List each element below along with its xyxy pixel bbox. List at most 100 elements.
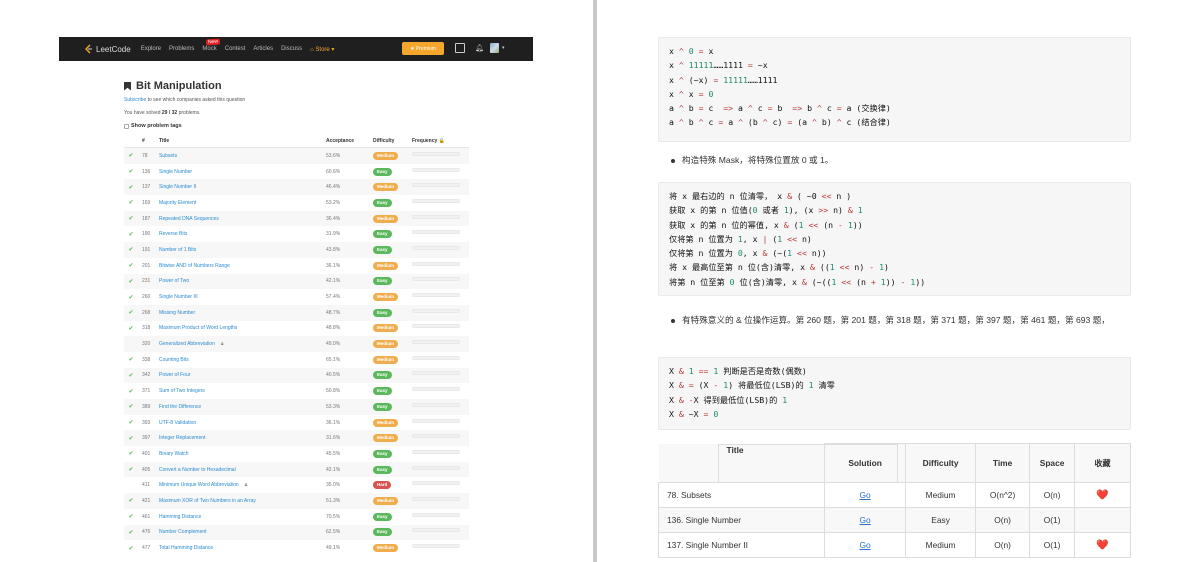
problem-title-cell: Integer Replacement [159, 435, 326, 441]
brand-logo[interactable]: LeetCode [84, 44, 131, 54]
premium-button[interactable]: ★ Premium [402, 42, 444, 55]
code-text: (b [743, 117, 763, 128]
avatar[interactable] [490, 43, 499, 53]
playground-icon[interactable] [455, 43, 465, 53]
bell-icon[interactable]: 🔔︎ [475, 44, 484, 52]
difficulty-cell: Easy [373, 198, 412, 207]
table-row: ✔ 190 Reverse Bits 31.9% Easy [124, 226, 469, 242]
acceptance-rate: 45.5% [326, 450, 341, 457]
nav-store[interactable]: ⌂ Store ▾ [310, 46, 334, 53]
problem-title-cell: Maximum Product of Word Lengths [159, 325, 326, 331]
frequency-bar [412, 544, 460, 549]
problem-link[interactable]: Convert a Number to Hexadecimal [159, 467, 236, 473]
show-tags-checkbox[interactable] [124, 123, 129, 129]
problem-link[interactable]: Power of Two [159, 278, 189, 284]
problem-link[interactable]: UTF-8 Validation [159, 420, 196, 426]
col-number[interactable]: # [138, 138, 159, 144]
problem-link[interactable]: Subsets [159, 153, 177, 159]
frequency-bar [412, 528, 460, 533]
problem-number: 137 [142, 184, 151, 191]
acceptance-rate: 46.4% [326, 184, 341, 191]
problem-link[interactable]: Number Complement [159, 529, 207, 535]
code-line: X & 1 == 1 判断是否是奇数(偶数) [669, 364, 1120, 378]
solution-row: 137. Single Number II Go Medium O(n) O(1) ❤️ [658, 532, 1131, 558]
check-icon: ✔ [128, 247, 134, 254]
favorite-cell: ❤️ [1074, 532, 1131, 558]
code-text: (n [818, 219, 839, 230]
problem-link[interactable]: Number of 1 Bits [159, 247, 196, 253]
problem-link[interactable]: Binary Watch [159, 451, 189, 457]
col-title[interactable]: Title [159, 138, 326, 144]
code-line: x ^ 0 = x [669, 44, 1120, 58]
problem-link[interactable]: Sum of Two Integers [159, 388, 205, 394]
check-icon: ✔ [128, 231, 134, 238]
code-text: ) 将最低位(LSB)的 [728, 380, 809, 391]
frequency-bar [412, 387, 460, 392]
col-frequency[interactable]: Frequency 🔒 [412, 138, 467, 144]
problem-link[interactable]: Single Number [159, 169, 192, 175]
problem-number: 338 [142, 356, 151, 363]
difficulty-badge: Medium [373, 544, 399, 553]
problem-link[interactable]: Single Number III [159, 294, 198, 300]
nav-articles[interactable]: Articles [253, 46, 273, 52]
nav-discuss[interactable]: Discuss [281, 46, 302, 52]
code-text: ), (x [788, 205, 819, 216]
acceptance-rate: 53.6% [326, 152, 341, 159]
problem-link[interactable]: Missing Number [159, 310, 195, 316]
acceptance-rate: 42.1% [326, 466, 341, 473]
nav-contest[interactable]: Contest [225, 46, 246, 52]
problem-number: 411 [142, 482, 150, 489]
problem-link[interactable]: Hamming Distance [159, 514, 201, 520]
problem-link[interactable]: Majority Element [159, 200, 196, 206]
code-text: 或者 [757, 205, 784, 216]
problem-link[interactable]: Repeated DNA Sequences [159, 216, 219, 222]
problem-link[interactable]: Reverse Bits [159, 231, 187, 237]
problem-link[interactable]: Counting Bits [159, 357, 189, 363]
nav-mock[interactable]: Mock New [202, 38, 221, 52]
solution-go-link[interactable]: Go [859, 490, 870, 500]
difficulty-badge: Easy [373, 277, 392, 286]
bookmark-icon [124, 81, 131, 91]
code-number: 1 [782, 394, 788, 405]
solution-title: 137. Single Number II [658, 532, 826, 558]
problem-link[interactable]: Integer Replacement [159, 435, 205, 441]
code-text: a [669, 103, 679, 114]
subscribe-link[interactable]: Subscribe [124, 97, 146, 103]
problem-number: 169 [142, 199, 151, 206]
nav-explore[interactable]: Explore [141, 46, 161, 52]
problem-link[interactable]: Maximum Product of Word Lengths [159, 325, 237, 331]
difficulty-badge: Medium [373, 261, 399, 270]
table-row: ✔ 371 Sum of Two Integers 50.8% Easy [124, 383, 469, 399]
problem-title-cell: Power of Two [159, 278, 326, 284]
code-text: n)) [806, 248, 827, 259]
problem-link[interactable]: Single Number II [159, 184, 196, 190]
col-acceptance[interactable]: Acceptance [326, 138, 373, 144]
col-difficulty[interactable]: Difficulty [373, 138, 412, 144]
show-tags-toggle[interactable]: Show problem tags [124, 123, 469, 129]
problem-link[interactable]: Generalized Abbreviation [159, 341, 215, 347]
th-favorite: 收藏 [1074, 443, 1131, 483]
problem-number: 401 [142, 450, 151, 457]
difficulty-badge: Medium [373, 355, 399, 364]
problem-number: 187 [142, 215, 151, 222]
problem-link[interactable]: Find the Difference [159, 404, 201, 410]
nav-problems[interactable]: Problems [169, 46, 194, 52]
solutions-header-row: Title Solution Difficulty Time Space 收藏 [658, 443, 1131, 483]
acceptance-rate: 53.2% [326, 199, 341, 206]
problem-link[interactable]: Maximum XOR of Two Numbers in an Array [159, 498, 256, 504]
chevron-down-icon[interactable]: ▾ [502, 45, 505, 51]
check-icon: ✔ [128, 404, 134, 411]
code-text: c [703, 103, 724, 114]
solution-go-link[interactable]: Go [859, 515, 870, 525]
problem-link[interactable]: Minimum Unique Word Abbreviation [159, 482, 239, 488]
problem-link[interactable]: Bitwise AND of Numbers Range [159, 263, 230, 269]
acceptance-rate: 49.1% [326, 545, 341, 552]
problem-link[interactable]: Total Hamming Distance [159, 545, 213, 551]
solution-go-link[interactable]: Go [859, 540, 870, 550]
acceptance-rate: 42.1% [326, 278, 341, 285]
problem-link[interactable]: Power of Four [159, 372, 190, 378]
solution-row: 78. Subsets Go Medium O(n^2) O(n) ❤️ [658, 482, 1131, 508]
code-line: 将第 n 位至第 0 位(含)清零, x & (~((1 << (n + 1))… [669, 275, 1120, 289]
frequency-bar [412, 308, 460, 313]
check-icon: ✔ [128, 325, 134, 332]
